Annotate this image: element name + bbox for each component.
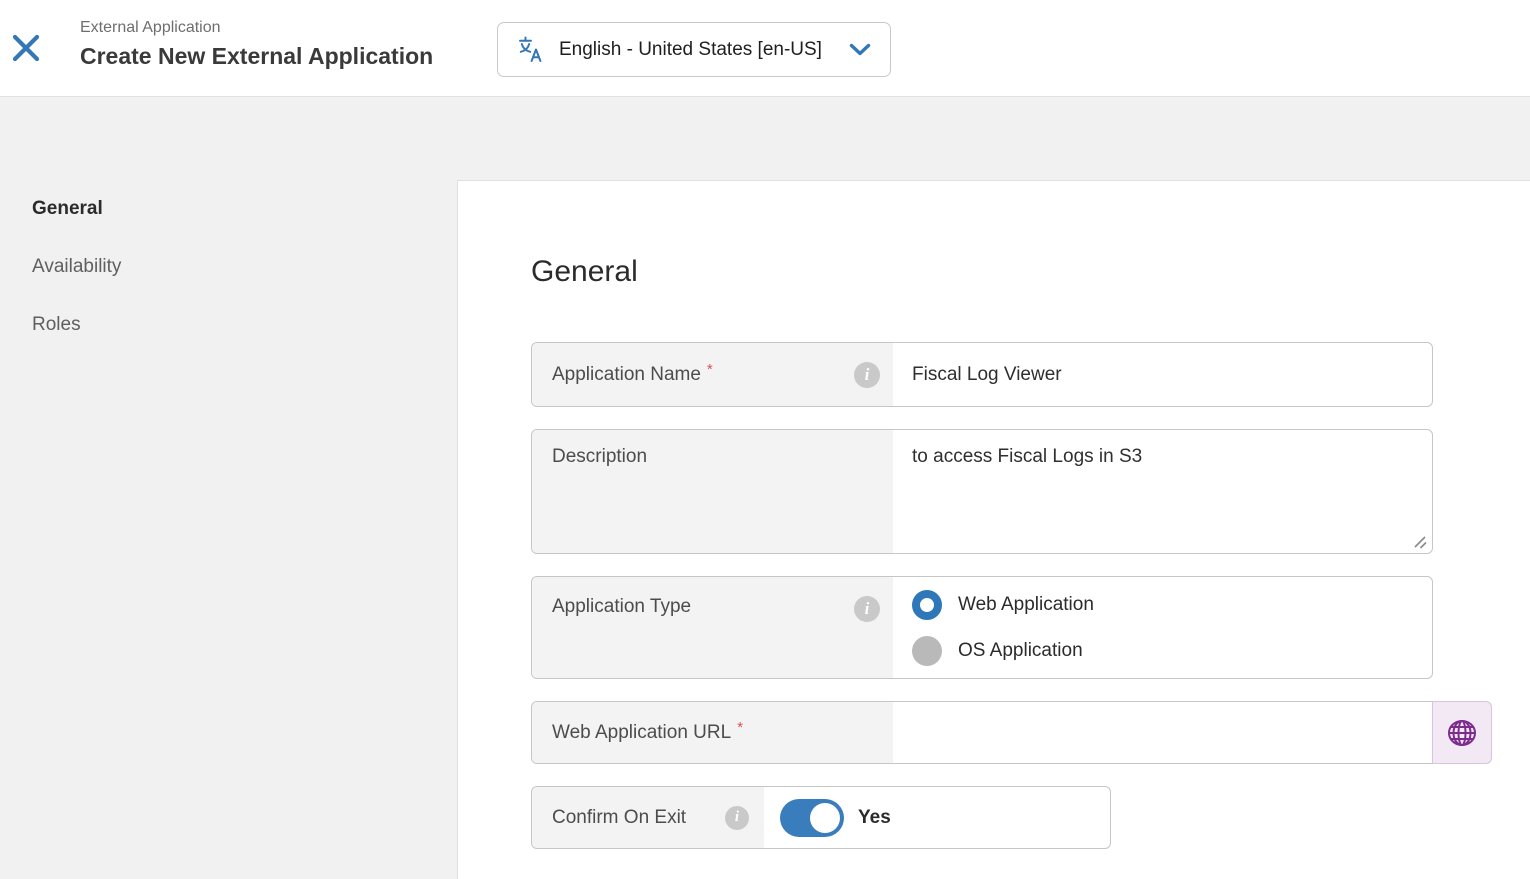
application-name-input[interactable]: Fiscal Log Viewer	[893, 343, 1432, 406]
required-asterisk: *	[707, 361, 713, 378]
section-nav: General Availability Roles	[32, 197, 121, 371]
general-section-panel: General Application Name * i Fiscal Log …	[457, 180, 1530, 879]
header-subtitle: External Application	[80, 17, 433, 39]
confirm-on-exit-field: Confirm On Exit i Yes	[531, 786, 1111, 849]
application-type-options: Web Application OS Application	[893, 577, 1432, 678]
create-external-application-page: External Application Create New External…	[0, 0, 1530, 879]
description-value: to access Fiscal Logs in S3	[912, 446, 1142, 468]
web-application-url-field: Web Application URL *	[531, 701, 1433, 764]
description-field: Description to access Fiscal Logs in S3	[531, 429, 1433, 554]
web-application-url-label: Web Application URL	[552, 722, 731, 744]
translate-icon	[517, 36, 544, 63]
web-application-url-label-area: Web Application URL *	[532, 702, 893, 763]
application-name-field: Application Name * i Fiscal Log Viewer	[531, 342, 1433, 407]
application-type-label-area: Application Type i	[532, 577, 893, 678]
info-icon[interactable]: i	[725, 806, 749, 830]
chevron-down-icon	[849, 43, 871, 56]
web-application-url-input[interactable]	[893, 702, 1432, 763]
description-label-area: Description	[532, 430, 893, 553]
language-selected-value: English - United States [en-US]	[559, 39, 822, 61]
description-textarea[interactable]: to access Fiscal Logs in S3	[893, 430, 1432, 553]
resize-handle-icon[interactable]	[1413, 535, 1427, 549]
application-type-label: Application Type	[552, 596, 691, 618]
confirm-on-exit-label-area: Confirm On Exit i	[532, 787, 764, 848]
header-titles: External Application Create New External…	[80, 17, 433, 72]
close-icon	[11, 33, 41, 63]
web-application-url-row: Web Application URL *	[531, 701, 1511, 764]
sidebar-item-availability[interactable]: Availability	[32, 255, 121, 279]
application-type-field: Application Type i Web Application OS Ap…	[531, 576, 1433, 679]
form-fields: Application Name * i Fiscal Log Viewer D…	[531, 342, 1511, 849]
close-button[interactable]	[9, 31, 43, 65]
section-heading: General	[531, 255, 638, 289]
radio-label: OS Application	[958, 640, 1083, 662]
radio-option-os-application[interactable]: OS Application	[912, 635, 1083, 667]
info-icon[interactable]: i	[854, 596, 880, 622]
url-lookup-button[interactable]	[1432, 701, 1492, 764]
radio-unselected-icon[interactable]	[912, 636, 942, 666]
sidebar-item-general[interactable]: General	[32, 197, 121, 221]
application-name-label-area: Application Name * i	[532, 343, 893, 406]
radio-option-web-application[interactable]: Web Application	[912, 589, 1094, 621]
header: External Application Create New External…	[0, 0, 1530, 97]
sidebar-item-roles[interactable]: Roles	[32, 313, 121, 337]
application-name-label: Application Name	[552, 364, 701, 386]
globe-icon	[1446, 717, 1478, 749]
toggle-knob	[810, 803, 840, 833]
description-label: Description	[552, 446, 647, 468]
confirm-on-exit-toggle[interactable]	[780, 799, 844, 837]
info-icon[interactable]: i	[854, 362, 880, 388]
required-asterisk: *	[737, 719, 743, 736]
radio-label: Web Application	[958, 594, 1094, 616]
confirm-on-exit-control: Yes	[764, 787, 1110, 848]
radio-selected-icon[interactable]	[912, 590, 942, 620]
workspace: General Availability Roles General Appli…	[0, 97, 1530, 879]
toggle-state-label: Yes	[858, 807, 891, 829]
language-selector[interactable]: English - United States [en-US]	[497, 22, 891, 77]
confirm-on-exit-label: Confirm On Exit	[552, 807, 686, 829]
page-title: Create New External Application	[80, 41, 433, 72]
